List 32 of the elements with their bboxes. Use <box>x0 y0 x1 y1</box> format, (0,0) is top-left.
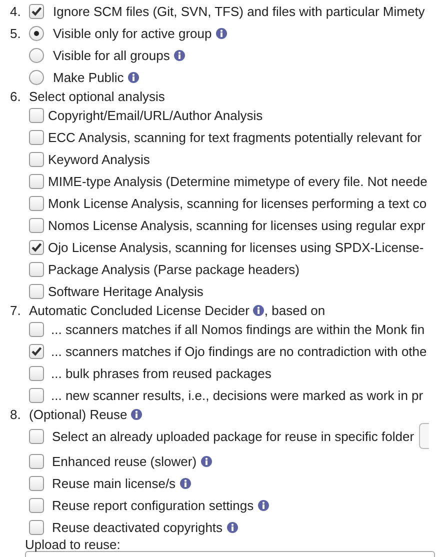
section-title: Automatic Concluded License Decider <box>29 302 250 318</box>
option-label: Package Analysis (Parse package headers) <box>48 262 300 276</box>
section-title: (Optional) Reuse <box>29 406 128 422</box>
option-label: Select an already uploaded package for reuse in specific folder <box>52 428 414 444</box>
option-label: Monk License Analysis, scanning for licenses performing a text co <box>48 196 427 210</box>
option-label: Reuse report configuration settings <box>52 498 254 512</box>
option-label: ... bulk phrases from reused packages <box>51 366 272 380</box>
option-label: Reuse deactivated copyrights <box>52 520 223 534</box>
option-label: Nomos License Analysis, scanning for licenses using regular expr <box>48 218 426 232</box>
section-title: , based on <box>264 302 326 318</box>
list-number: 4. <box>10 4 22 18</box>
option-label: ... scanners matches if Ojo findings are no contradiction with othe <box>51 344 427 358</box>
option-label: Software Heritage Analysis <box>48 284 204 298</box>
option-label: ... scanners matches if all Nomos findings are within the Monk fin <box>51 322 425 336</box>
list-number: 5. <box>10 26 22 40</box>
option-label: Reuse main license/s <box>52 476 176 490</box>
option-label: Make Public <box>53 70 124 84</box>
option-label: Visible for all groups <box>53 48 170 62</box>
list-number: 6. <box>10 88 22 104</box>
option-label: Keyword Analysis <box>48 152 150 166</box>
field-label: Upload to reuse: <box>25 537 120 552</box>
option-label: Ignore SCM files (Git, SVN, TFS) and files with particular Mimety <box>53 4 425 18</box>
list-number: 7. <box>10 302 22 318</box>
list-number: 8. <box>10 406 22 422</box>
option-label: Copyright/Email/URL/Author Analysis <box>48 108 263 122</box>
option-label: ... new scanner results, i.e., decisions were marked as work in pr <box>51 388 424 402</box>
option-label: MIME-type Analysis (Determine mimetype of every file. Not neede <box>48 174 428 188</box>
option-label: Enhanced reuse (slower) <box>52 454 197 468</box>
section-title: Select optional analysis <box>29 88 165 104</box>
option-label: Ojo License Analysis, scanning for licenses using SPDX-License- <box>48 240 424 254</box>
option-label: ECC Analysis, scanning for text fragments potentially relevant for <box>48 130 422 144</box>
option-label: Visible only for active group <box>53 26 212 40</box>
